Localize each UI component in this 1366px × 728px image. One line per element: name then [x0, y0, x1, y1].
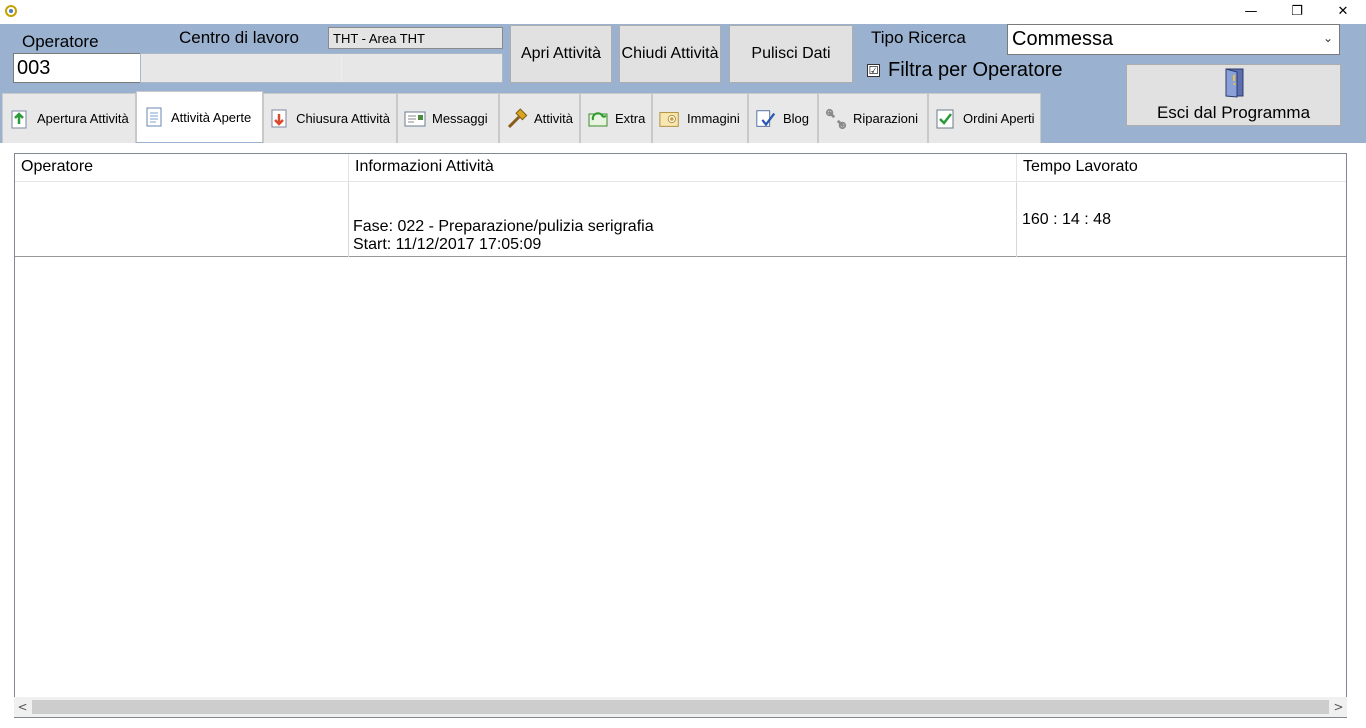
- main-window: — ❐ ✕ Operatore Centro di lavoro THT - A…: [0, 0, 1366, 728]
- tab-label: Messaggi: [432, 111, 488, 126]
- tab-ordini-aperti[interactable]: Ordini Aperti: [928, 93, 1041, 143]
- column-header-tempo[interactable]: Tempo Lavorato: [1017, 154, 1348, 182]
- tab-label: Immagini: [687, 111, 740, 126]
- tab-chiusura-attivita[interactable]: Chiusura Attività: [263, 93, 397, 143]
- operatore-input[interactable]: 003: [13, 53, 141, 83]
- info-fase: Fase: 022 - Preparazione/pulizia serigra…: [353, 218, 654, 235]
- minimize-button[interactable]: —: [1228, 0, 1274, 22]
- table-row[interactable]: Fase: 022 - Preparazione/pulizia serigra…: [15, 182, 1346, 257]
- operatore-label: Operatore: [22, 32, 99, 51]
- close-button[interactable]: ✕: [1320, 0, 1366, 22]
- esci-programma-button[interactable]: Esci dal Programma: [1126, 64, 1341, 126]
- tab-label: Attività: [534, 111, 574, 126]
- scroll-right-arrow-icon[interactable]: >: [1330, 697, 1347, 717]
- esci-programma-label: Esci dal Programma: [1156, 103, 1311, 122]
- tab-strip: Apertura Attività Attività Aperte Chiusu…: [2, 91, 1041, 144]
- tab-messaggi[interactable]: Messaggi: [397, 93, 499, 143]
- app-icon: [5, 5, 17, 17]
- tab-extra[interactable]: Extra: [580, 93, 652, 143]
- tipo-ricerca-value: Commessa: [1012, 28, 1114, 50]
- centro-di-lavoro-label: Centro di lavoro: [179, 28, 300, 47]
- chevron-down-icon: ⌄: [1322, 31, 1333, 45]
- apri-attivita-button[interactable]: Apri Attività: [510, 25, 612, 83]
- tab-label: Apertura Attività: [37, 111, 129, 126]
- tipo-ricerca-select[interactable]: Commessa ⌄: [1007, 24, 1340, 55]
- filtra-operatore-checkbox[interactable]: ☑: [867, 64, 880, 77]
- tab-immagini[interactable]: Immagini: [652, 93, 748, 143]
- tab-riparazioni[interactable]: Riparazioni: [818, 93, 928, 143]
- tab-label: Ordini Aperti: [963, 111, 1035, 126]
- restore-button[interactable]: ❐: [1274, 0, 1320, 22]
- cell-tempo-lavorato: 160 : 14 : 48: [1022, 211, 1111, 228]
- tab-label: Attività Aperte: [171, 109, 252, 125]
- column-header-operatore[interactable]: Operatore: [15, 154, 349, 182]
- tab-attivita-aperte[interactable]: Attività Aperte: [136, 91, 263, 142]
- scroll-left-arrow-icon[interactable]: <: [14, 697, 31, 717]
- image-icon: [659, 108, 681, 130]
- extra-icon: [587, 108, 609, 130]
- title-bar: — ❐ ✕: [0, 0, 1366, 24]
- hammer-icon: [506, 107, 528, 130]
- document-icon: [143, 106, 165, 128]
- blog-icon: [755, 108, 777, 130]
- checkmark-icon: [935, 108, 957, 130]
- cell-operatore: [15, 182, 349, 257]
- tab-label: Riparazioni: [853, 111, 919, 126]
- chiudi-attivita-button[interactable]: Chiudi Attività: [619, 25, 721, 83]
- grid-header: Operatore Informazioni Attività Tempo La…: [15, 154, 1346, 182]
- message-icon: [404, 108, 426, 130]
- tab-attivita[interactable]: Attività: [499, 93, 580, 143]
- tab-apertura-attivita[interactable]: Apertura Attività: [2, 93, 136, 143]
- filtra-operatore-label[interactable]: Filtra per Operatore: [888, 59, 1063, 82]
- operatore-name-field: [140, 53, 503, 83]
- horizontal-scrollbar[interactable]: < >: [14, 697, 1347, 717]
- column-header-informazioni[interactable]: Informazioni Attività: [349, 154, 1017, 182]
- tab-label: Chiusura Attività: [296, 111, 390, 126]
- pulisci-dati-button[interactable]: Pulisci Dati: [729, 25, 853, 83]
- wrench-icon: [825, 108, 847, 130]
- centro-di-lavoro-field: THT - Area THT: [328, 27, 503, 49]
- cell-informazioni: Fase: 022 - Preparazione/pulizia serigra…: [349, 182, 1017, 257]
- info-start: Start: 11/12/2017 17:05:09: [353, 236, 542, 253]
- exit-door-icon: [1225, 68, 1244, 98]
- tab-label: Extra: [615, 111, 646, 126]
- tab-blog[interactable]: Blog: [748, 93, 818, 143]
- attivita-aperte-grid[interactable]: Operatore Informazioni Attività Tempo La…: [14, 153, 1347, 718]
- scroll-thumb[interactable]: [32, 700, 1329, 714]
- upload-doc-icon: [9, 108, 31, 130]
- tab-label: Blog: [783, 111, 810, 126]
- tipo-ricerca-label: Tipo Ricerca: [871, 28, 966, 47]
- download-doc-icon: [270, 108, 290, 130]
